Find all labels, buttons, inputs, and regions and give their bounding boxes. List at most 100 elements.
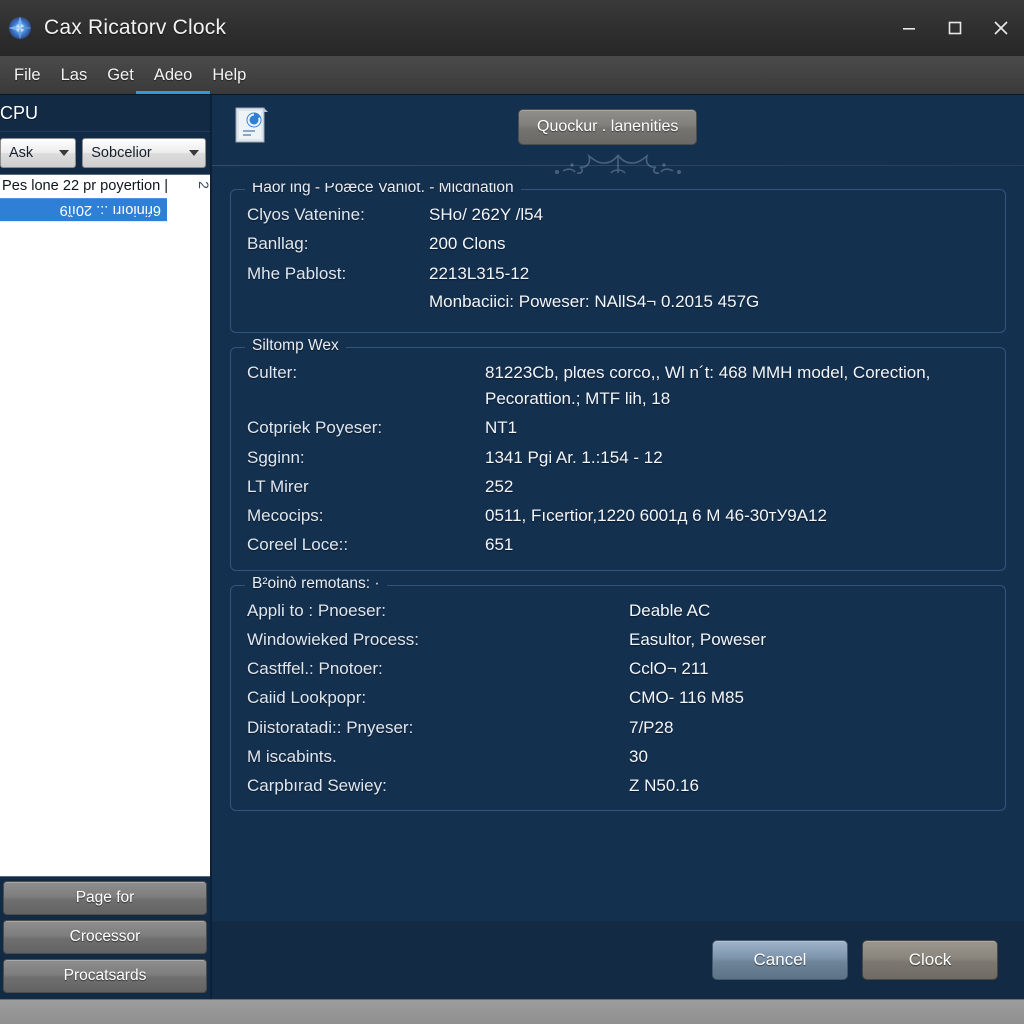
table-row: Appli to : Pnoeser: Deable AC — [247, 600, 989, 621]
row-extra-value: Monbaciici: Poweser: NAllS4¬ 0.2015 457G — [429, 291, 760, 311]
minimize-icon[interactable] — [886, 0, 932, 56]
list-item-selected[interactable]: 6ŕinioırı .:. 20ıȉ9 — [0, 198, 167, 222]
menu-item-file[interactable]: File — [4, 56, 51, 94]
main-header: Quockur . lanenities — [212, 95, 1024, 157]
table-row: M iscabints. 30 — [247, 746, 989, 767]
row-value: 30 — [629, 746, 648, 766]
row-value: Deable AC — [629, 600, 711, 620]
maximize-icon[interactable] — [932, 0, 978, 56]
row-value-line2: Pecorattion.; MTF lih, 18 — [485, 389, 671, 408]
row-value: CMO- 116 M85 — [629, 688, 744, 708]
table-row: Caiid Lookpopr: CMO- 116 M85 — [247, 687, 989, 708]
sidebar-actions: Page for Crocessor Procatsards — [0, 877, 210, 999]
menu-item-las[interactable]: Las — [51, 56, 98, 94]
table-row: Mhe Pablost: 2213L315-12 — [247, 263, 989, 284]
menu-item-help[interactable]: Help — [202, 56, 256, 94]
table-row: Windowieked Process: Easultor, Poweser — [247, 629, 989, 650]
list-item[interactable]: Pes lone 22 pr poyertion | — [0, 175, 210, 198]
row-label: Windowieked Process: — [247, 629, 419, 649]
row-label: Caiid Lookpopr: — [247, 688, 367, 708]
row-label: Diistoratadi:: Pnyeser: — [247, 717, 414, 737]
row-value: 252 — [485, 476, 514, 496]
menu-active-underline — [136, 91, 210, 94]
app-logo-icon — [6, 14, 34, 42]
table-row: Cotpriek Poyeser: NT1 — [247, 417, 989, 438]
filter-select[interactable]: Ask — [0, 138, 77, 168]
application-window: Cax Ricatorv Clock File Las Get Adeo Hel… — [0, 0, 1024, 1024]
dialog-footer: Cancel Clock — [212, 921, 1024, 999]
row-label: Castffel.: Pnotoer: — [247, 659, 383, 678]
row-label: Carpbırad Sewiey: — [247, 776, 387, 795]
table-row: Castffel.: Pnotoer: CclO¬ 211 — [247, 658, 989, 679]
group-boind-title: B²oinò rеmotans: · — [245, 574, 387, 593]
chevron-down-icon — [189, 150, 199, 156]
group-silomp-title: Siltomp Wex — [245, 336, 346, 355]
row-value: CclO¬ 211 — [629, 659, 709, 678]
close-icon[interactable] — [978, 0, 1024, 56]
scroll-indicator: 2 — [196, 181, 210, 189]
crocessor-button[interactable]: Crocessor — [3, 920, 207, 954]
table-row: Carpbırad Sewiey: Z N50.16 — [247, 775, 989, 796]
row-label: LT Mirer — [247, 476, 309, 496]
document-icon — [234, 106, 270, 146]
menu-bar: File Las Get Adeo Help — [0, 56, 1024, 94]
sidebar-header: CPU — [0, 95, 210, 132]
row-value-line1: 81223Сb, plαes corco,, Wl n´t: 468 MMH m… — [485, 362, 931, 382]
sidebar-listbox[interactable]: Pes lone 22 pr poyertion | 6ŕinioırı .:.… — [0, 174, 210, 877]
table-row: LT Mirer 252 — [247, 476, 989, 497]
status-bar — [0, 999, 1024, 1024]
row-value: 7/P28 — [629, 717, 674, 737]
table-row: Sgginn: 1341 Pgi Ar. 1.:154 - 12 — [247, 447, 989, 468]
table-row: Culter: 81223Сb, plαes corco,, Wl n´t: 4… — [247, 362, 989, 410]
main-panel: Quockur . lanenities Haor ing - Poæce Va… — [212, 95, 1024, 999]
row-label: M iscabints. — [247, 746, 337, 766]
window-body: CPU Ask Sobcelior Pes lone 22 pr poyerti… — [0, 94, 1024, 999]
title-bar: Cax Ricatorv Clock — [0, 0, 1024, 56]
page-for-button[interactable]: Page for — [3, 881, 207, 915]
row-value: 81223Сb, plαes corco,, Wl n´t: 468 MMH m… — [485, 362, 930, 410]
chevron-down-icon — [59, 150, 70, 156]
header-divider — [212, 153, 1024, 183]
table-row: Diistoratadi:: Pnyeser: 7/P28 — [247, 717, 989, 738]
row-value: 200 Clons — [429, 234, 506, 254]
flourish-ornament-icon — [523, 151, 713, 190]
table-row: Banllag: 200 Clons — [247, 233, 989, 254]
menu-item-adeo[interactable]: Adeo — [144, 56, 203, 94]
row-label: Cotpriek Poyeser: — [247, 418, 383, 438]
row-value: Z N50.16 — [629, 776, 699, 795]
row-label: Culter: — [247, 362, 298, 382]
row-label: Mecocips: — [247, 506, 324, 525]
group-hardware-title: Haor ing - Poæce Vaniot. - Micdnation — [245, 183, 521, 197]
row-value: 651 — [485, 535, 514, 555]
row-value: 1341 Pgi Ar. 1.:154 - 12 — [485, 447, 663, 467]
cancel-button[interactable]: Cancel — [712, 940, 848, 980]
category-select[interactable]: Sobcelior — [82, 138, 206, 168]
category-select-value: Sobcelior — [91, 145, 152, 161]
row-label: Coreel Loce:: — [247, 535, 349, 555]
quick-amenities-button[interactable]: Quockur . lanenities — [518, 109, 698, 145]
row-value: 2213L315-12 — [429, 263, 530, 283]
filter-select-value: Ask — [9, 145, 34, 161]
row-label: Appli to : Pnoeser: — [247, 600, 386, 620]
procatsards-button[interactable]: Procatsards — [3, 959, 207, 993]
sidebar: CPU Ask Sobcelior Pes lone 22 pr poyerti… — [0, 95, 212, 999]
window-controls — [886, 0, 1024, 56]
row-value: 0511, Fıcertior,1220 6001д 6 M 46-30тУ9A… — [485, 506, 827, 525]
table-row: Mecocips: 0511, Fıcertior,1220 6001д 6 M… — [247, 505, 989, 526]
row-label: Clyos Vatenine: — [247, 205, 365, 224]
group-boind: B²oinò rеmotans: · Appli to : Pnoeser: D… — [230, 574, 1006, 812]
row-value: SHo/ 262Y /l54 — [429, 205, 544, 224]
window-title: Cax Ricatorv Clock — [44, 16, 227, 39]
row-label: Mhe Pablost: — [247, 263, 347, 283]
clock-button[interactable]: Clock — [862, 940, 998, 980]
menu-item-get[interactable]: Get — [97, 56, 144, 94]
group-hardware: Haor ing - Poæce Vaniot. - Micdnation Cl… — [230, 183, 1006, 333]
sidebar-filters: Ask Sobcelior — [0, 132, 210, 174]
row-label: Banllag: — [247, 234, 309, 254]
row-label: Sgginn: — [247, 447, 305, 467]
table-row: Clyos Vatenine: SHo/ 262Y /l54 — [247, 204, 989, 225]
row-value: Easultor, Poweser — [629, 629, 767, 649]
row-value: NT1 — [485, 418, 518, 438]
group-silomp: Siltomp Wex Culter: 81223Сb, plαes corco… — [230, 336, 1006, 571]
detail-panels: Haor ing - Poæce Vaniot. - Micdnation Cl… — [212, 183, 1024, 921]
